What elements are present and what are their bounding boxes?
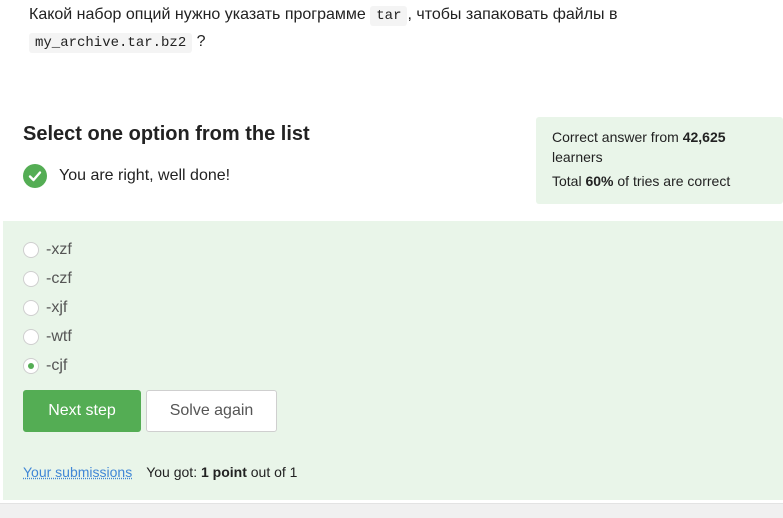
option-label: -xjf xyxy=(46,298,68,316)
option-label: -xzf xyxy=(46,240,72,258)
stats-total-line: Total 60% of tries are correct xyxy=(552,171,767,191)
stats-correct-prefix: Correct answer from xyxy=(552,129,683,145)
score-prefix: You got: xyxy=(146,464,201,480)
options-list: -xzf -czf -xjf -wtf -cjf xyxy=(23,235,72,380)
solve-again-button[interactable]: Solve again xyxy=(146,390,277,432)
result-message: You are right, well done! xyxy=(23,164,230,188)
stats-percent: 60% xyxy=(585,173,614,189)
submission-footer: Your submissions You got: 1 point out of… xyxy=(23,464,297,480)
radio-button[interactable] xyxy=(23,241,39,258)
option-cjf[interactable]: -cjf xyxy=(23,351,72,380)
check-circle-icon xyxy=(23,164,47,188)
option-xzf[interactable]: -xzf xyxy=(23,235,72,264)
radio-button[interactable] xyxy=(23,270,39,287)
stats-learners-count: 42,625 xyxy=(682,129,726,145)
code-archive-name: my_archive.tar.bz2 xyxy=(29,33,193,53)
radio-button[interactable] xyxy=(23,299,39,316)
result-text: You are right, well done! xyxy=(59,167,231,184)
option-czf[interactable]: -czf xyxy=(23,264,72,293)
question-text-before: Какой набор опций нужно указать программ… xyxy=(29,6,371,23)
radio-selected-dot xyxy=(28,362,34,369)
stats-learners-suffix: learners xyxy=(552,149,603,165)
bottom-divider xyxy=(0,503,783,518)
radio-button[interactable] xyxy=(23,328,39,345)
question-text-after: ? xyxy=(192,33,206,50)
stats-total-prefix: Total xyxy=(552,173,586,189)
option-xjf[interactable]: -xjf xyxy=(23,293,72,322)
your-submissions-link[interactable]: Your submissions xyxy=(23,464,132,480)
next-step-button[interactable]: Next step xyxy=(23,390,141,432)
code-tar: tar xyxy=(370,6,408,26)
stats-total-suffix: of tries are correct xyxy=(613,173,731,189)
score-points: 1 point xyxy=(200,464,247,480)
score-suffix: out of 1 xyxy=(246,464,298,480)
question-text-middle: , чтобы запаковать файлы в xyxy=(407,6,618,23)
answer-panel: -xzf -czf -xjf -wtf -cjf Next step Solve… xyxy=(3,221,783,500)
option-wtf[interactable]: -wtf xyxy=(23,322,72,351)
radio-button-selected[interactable] xyxy=(23,357,39,374)
stats-box: Correct answer from 42,625 learners Tota… xyxy=(536,117,783,204)
score-text: You got: 1 point out of 1 xyxy=(146,464,297,480)
option-label: -wtf xyxy=(46,327,72,345)
option-label: -cjf xyxy=(46,356,68,374)
option-label: -czf xyxy=(46,269,72,287)
question-text: Какой набор опций нужно указать программ… xyxy=(29,2,769,56)
select-title: Select one option from the list xyxy=(23,123,310,145)
stats-correct-line: Correct answer from 42,625 learners xyxy=(552,127,767,167)
